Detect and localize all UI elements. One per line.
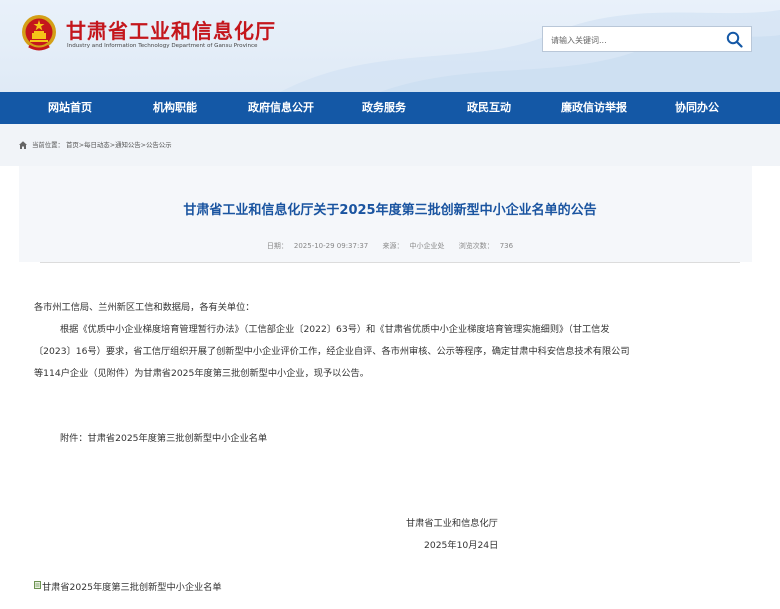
views-label: 浏览次数： (458, 242, 494, 250)
attachment-file-icon (34, 581, 41, 589)
breadcrumb-notices[interactable]: 通知公告 (115, 141, 141, 149)
article-date: 2025-10-29 09:37:37 (293, 242, 369, 250)
home-icon (19, 141, 27, 149)
attachment-link[interactable]: 甘肃省2025年度第三批创新型中小企业名单 (42, 579, 222, 593)
article-views: 736 (499, 242, 514, 250)
site-subtitle: Industry and Information Technology Depa… (67, 43, 258, 49)
date-label: 日期： (266, 242, 288, 250)
nav-item-report[interactable]: 廉政信访举报 (561, 92, 627, 124)
article-source: 中小企业处 (409, 242, 445, 250)
breadcrumb: 当前位置： 首页>每日动态>通知公告>公告公示 (32, 140, 172, 149)
main-nav: 网站首页 机构职能 政府信息公开 政务服务 政民互动 廉政信访举报 协同办公 (0, 92, 780, 124)
nav-item-home[interactable]: 网站首页 (48, 92, 92, 124)
search-icon[interactable] (726, 31, 743, 48)
breadcrumb-daily-news[interactable]: 每日动态 (84, 141, 110, 149)
article-title: 甘肃省工业和信息化厅关于2025年度第三批创新型中小企业名单的公告 (183, 203, 597, 218)
article-salutation: 各市州工信局、兰州新区工信和数据局，各有关单位： (34, 302, 255, 313)
source-label: 来源： (382, 242, 404, 250)
nav-item-services[interactable]: 政务服务 (362, 92, 406, 124)
article-paragraph-line-2: 〔2023〕16号）要求，省工信厅组织开展了创新型中小企业评价工作，经企业自评、… (34, 346, 630, 357)
nav-item-organization[interactable]: 机构职能 (153, 92, 197, 124)
signature: 甘肃省工业和信息化厅 (406, 518, 498, 529)
search-input[interactable] (551, 33, 711, 47)
breadcrumb-prefix: 当前位置： (32, 141, 64, 149)
national-emblem-icon (22, 15, 56, 51)
article-meta: 日期： 2025-10-29 09:37:37 来源： 中小企业处 浏览次数： 736 (0, 241, 780, 251)
breadcrumb-home[interactable]: 首页 (66, 141, 79, 149)
nav-item-office[interactable]: 协同办公 (675, 92, 719, 124)
sign-date: 2025年10月24日 (424, 540, 499, 551)
article-paragraph-line-1: 根据《优质中小企业梯度培育管理暂行办法》（工信部企业〔2022〕63号）和《甘肃… (60, 324, 610, 335)
breadcrumb-announcements[interactable]: 公告公示 (146, 141, 172, 149)
site-title[interactable]: 甘肃省工业和信息化厅 (66, 15, 276, 44)
site-header: 甘肃省工业和信息化厅 Industry and Information Tech… (0, 0, 780, 92)
title-divider (40, 262, 740, 263)
nav-item-interaction[interactable]: 政民互动 (467, 92, 511, 124)
nav-item-gov-info[interactable]: 政府信息公开 (248, 92, 314, 124)
search-box (542, 26, 752, 52)
article-paragraph-line-3: 等114户企业（见附件）为甘肃省2025年度第三批创新型中小企业，现予以公告。 (34, 368, 369, 379)
attachment-note: 附件：甘肃省2025年度第三批创新型中小企业名单 (60, 433, 268, 444)
